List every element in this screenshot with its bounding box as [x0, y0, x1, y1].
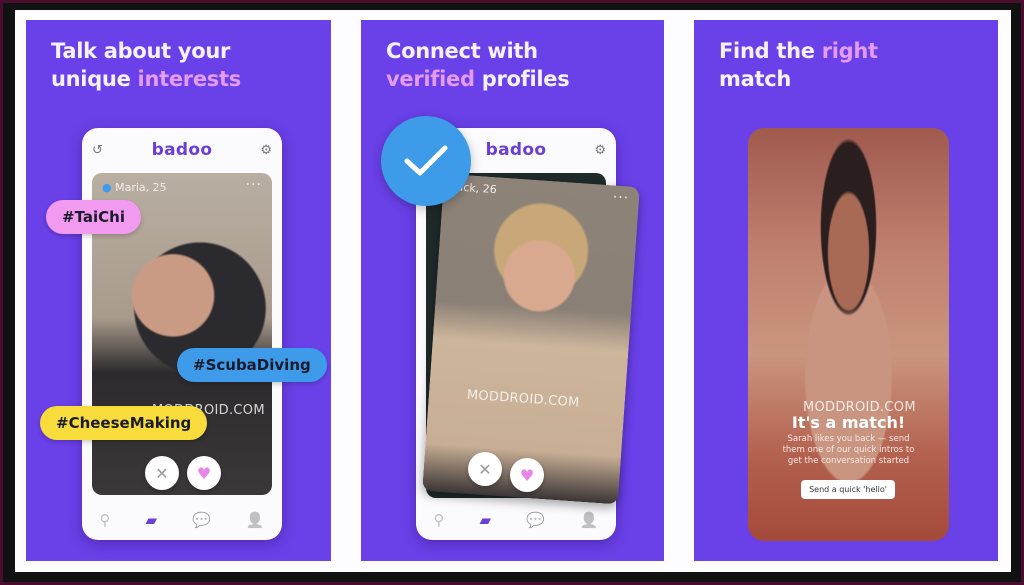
location-icon[interactable]: ⚲: [100, 511, 111, 529]
interest-tag: #ScubaDiving: [177, 348, 327, 382]
chat-icon[interactable]: 💬: [192, 511, 211, 529]
pass-button[interactable]: ✕: [145, 456, 179, 490]
like-button[interactable]: ♥: [510, 458, 544, 492]
screenshot-panel-verified: Connect with verified profiles badoo ⚙ ⚲…: [361, 20, 664, 561]
profile-name: ● Maria, 25: [102, 181, 167, 194]
headline-text: Find the: [719, 39, 822, 63]
heart-icon: ♥: [196, 463, 212, 483]
pass-button[interactable]: ✕: [468, 452, 502, 486]
location-icon[interactable]: ⚲: [434, 511, 445, 529]
headline-text: profiles: [474, 67, 570, 91]
screenshot-panel-interests: Talk about your unique interests ↺ badoo…: [26, 20, 331, 561]
checkmark-icon: [404, 145, 448, 176]
cards-icon[interactable]: ▰: [480, 511, 492, 529]
headline-line-1: Find the right: [719, 37, 878, 65]
close-icon: ✕: [478, 459, 492, 479]
chat-icon[interactable]: 💬: [526, 511, 545, 529]
profile-icon[interactable]: 👤: [580, 511, 599, 529]
phone-mockup: ↺ badoo ⚙ ● Maria, 25 ··· MODDROID.COM ✕…: [82, 128, 282, 540]
brand-logo: badoo: [151, 140, 213, 160]
more-options-icon[interactable]: ···: [612, 189, 629, 206]
headline-highlight: right: [821, 39, 878, 63]
watermark: MODDROID.COM: [466, 387, 581, 411]
close-icon: ✕: [155, 463, 169, 483]
cards-icon[interactable]: ▰: [146, 511, 158, 529]
filters-icon[interactable]: ⚙: [260, 143, 272, 158]
profile-photo[interactable]: Jack, 26 ··· MODDROID.COM: [422, 173, 640, 505]
match-subtitle: Sarah likes you back — send them one of …: [782, 434, 915, 466]
panel-headline: Connect with verified profiles: [386, 37, 570, 93]
match-screen: MODDROID.COM It's a match! Sarah likes y…: [748, 128, 949, 541]
profile-icon[interactable]: 👤: [246, 511, 265, 529]
headline-line-2: unique interests: [51, 65, 241, 93]
more-options-icon[interactable]: ···: [246, 177, 262, 193]
bottom-tab-bar: ⚲ ▰ 💬 👤: [416, 500, 616, 540]
match-title: It's a match!: [791, 413, 906, 432]
send-hello-button[interactable]: Send a quick 'hello': [801, 480, 895, 499]
verified-badge: [381, 116, 471, 206]
headline-line-1: Talk about your: [51, 39, 231, 63]
headline-line-2: match: [719, 67, 791, 91]
filters-icon[interactable]: ⚙: [594, 143, 606, 158]
panel-headline: Find the right match: [719, 37, 878, 93]
headline-line-1: Connect with: [386, 39, 538, 63]
headline-text: unique: [51, 67, 138, 91]
profile-name-text: Maria, 25: [115, 181, 167, 194]
headline-line-2: verified profiles: [386, 65, 570, 93]
app-header: ↺ badoo ⚙: [82, 128, 282, 172]
screenshot-panel-match: Find the right match MODDROID.COM It's a…: [694, 20, 998, 561]
headline-highlight: interests: [137, 67, 242, 91]
heart-icon: ♥: [519, 465, 535, 485]
bottom-tab-bar: ⚲ ▰ 💬 👤: [82, 500, 282, 540]
like-button[interactable]: ♥: [187, 456, 221, 490]
interest-tag: #TaiChi: [46, 200, 141, 234]
panel-headline: Talk about your unique interests: [51, 37, 241, 93]
verified-icon: ●: [102, 181, 112, 194]
interest-tag: #CheeseMaking: [40, 406, 208, 440]
headline-highlight: verified: [386, 67, 475, 91]
